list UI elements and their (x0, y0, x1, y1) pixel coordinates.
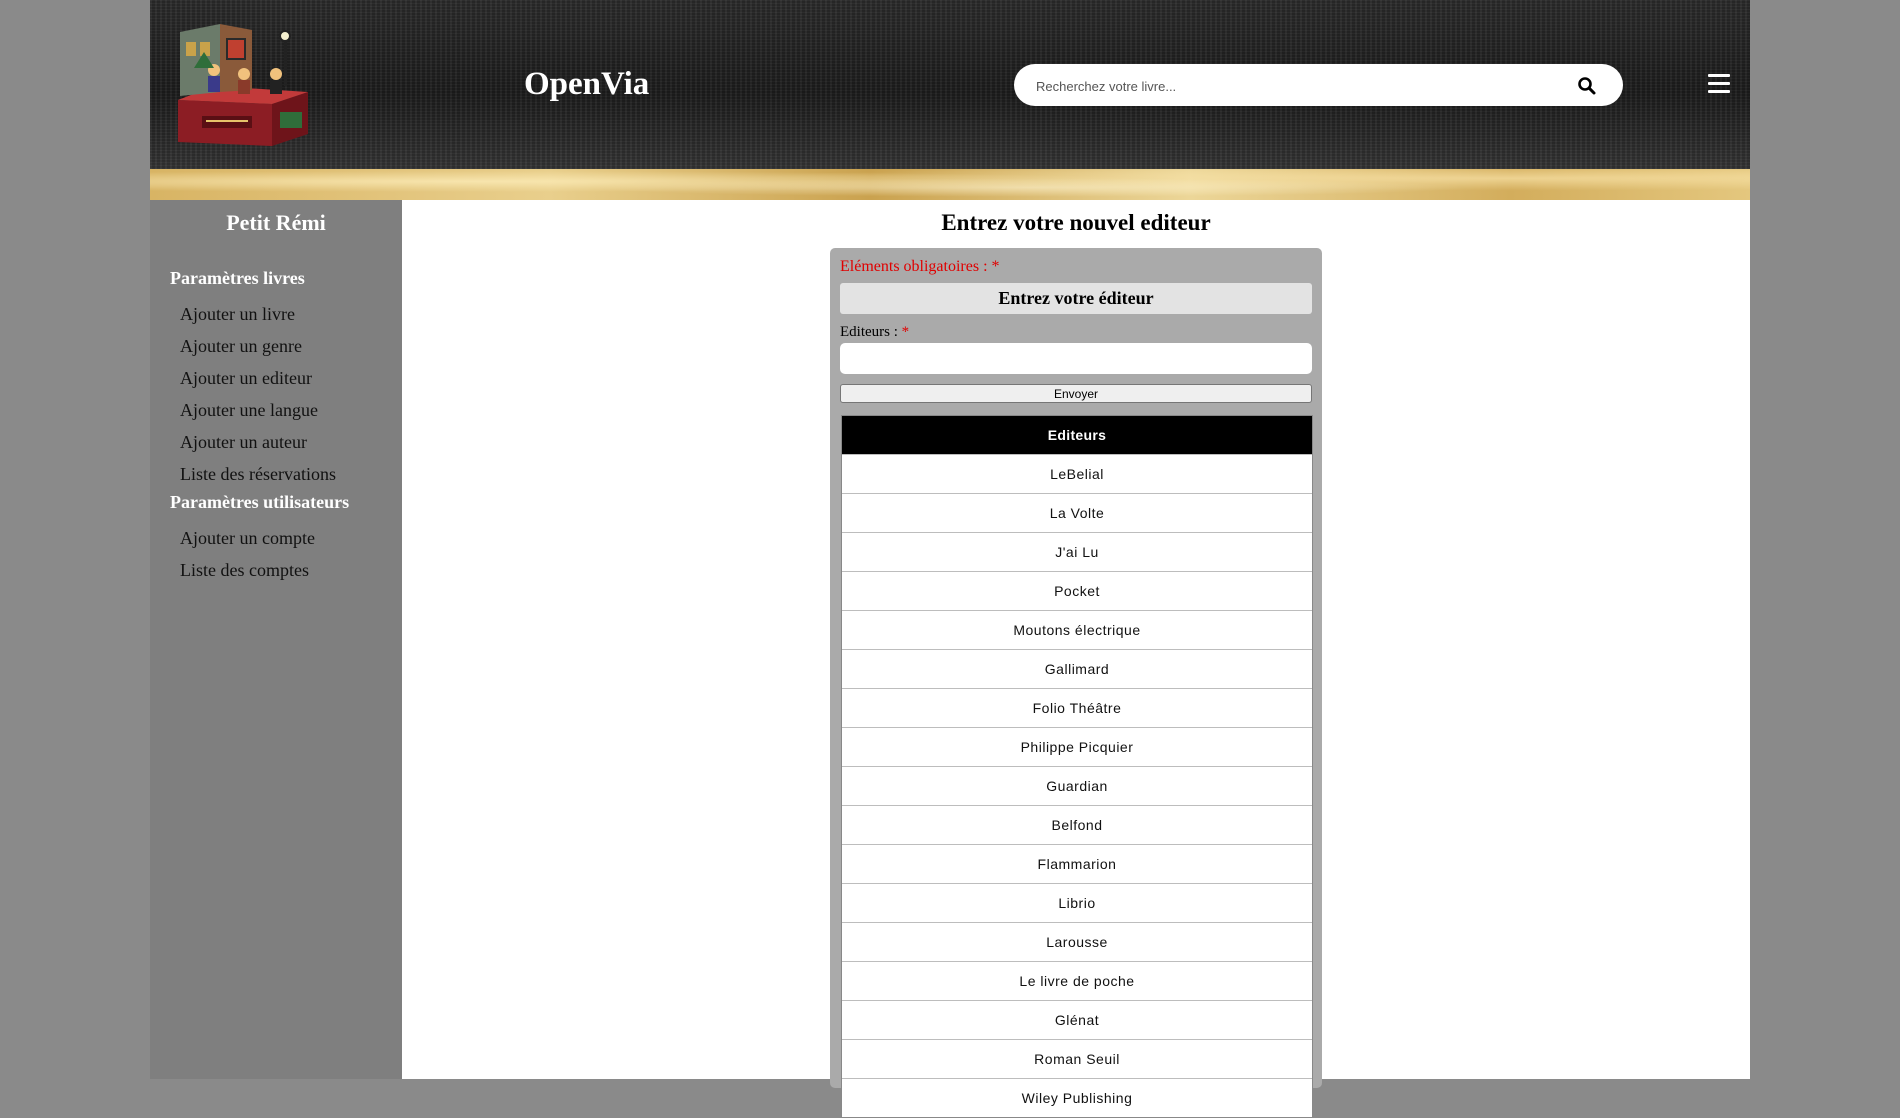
brand-name[interactable]: OpenVia (524, 66, 724, 103)
page-title: Entrez votre nouvel editeur (941, 210, 1211, 235)
table-row: Le livre de poche (842, 961, 1312, 1001)
table-row: Gallimard (842, 649, 1312, 689)
search-input[interactable] (1034, 72, 1558, 100)
search-icon[interactable] (1577, 76, 1597, 96)
table-row: Glénat (842, 1000, 1312, 1040)
decorative-banner (150, 169, 1750, 200)
sidebar-item-add-account[interactable]: Ajouter un compte (180, 528, 315, 549)
required-fields-note: Eléments obligatoires : * (840, 258, 1000, 275)
table-row: Librio (842, 883, 1312, 923)
sidebar-item-add-genre[interactable]: Ajouter un genre (180, 336, 302, 357)
page: OpenVia Petit Rémi Paramètres livres Ajo… (150, 0, 1750, 1118)
site-header: OpenVia (150, 0, 1750, 169)
user-name: Petit Rémi (226, 210, 326, 235)
table-row: Folio Théâtre (842, 688, 1312, 728)
sidebar: Petit Rémi Paramètres livres Ajouter un … (150, 200, 402, 1079)
section-title-books: Paramètres livres (170, 268, 305, 288)
table-row: Guardian (842, 766, 1312, 806)
search-bar (1014, 64, 1623, 106)
required-mark: * (901, 324, 910, 340)
table-row: La Volte (842, 493, 1312, 533)
hamburger-menu-icon[interactable] (1708, 74, 1730, 94)
table-header: Editeurs (842, 416, 1312, 455)
table-row: Flammarion (842, 844, 1312, 884)
table-row: J'ai Lu (842, 532, 1312, 572)
submit-button[interactable]: Envoyer (840, 384, 1312, 403)
table-row: Philippe Picquier (842, 727, 1312, 767)
site-logo[interactable] (172, 12, 320, 150)
publisher-input[interactable] (840, 343, 1312, 374)
table-row: Moutons électrique (842, 610, 1312, 650)
sidebar-item-add-language[interactable]: Ajouter une langue (180, 400, 318, 421)
sidebar-item-add-publisher[interactable]: Ajouter un editeur (180, 368, 312, 389)
table-row: Wiley Publishing (842, 1078, 1312, 1117)
sidebar-item-reservations[interactable]: Liste des réservations (180, 464, 336, 485)
table-row: Roman Seuil (842, 1039, 1312, 1079)
sidebar-item-add-book[interactable]: Ajouter un livre (180, 304, 295, 325)
section-title-users: Paramètres utilisateurs (170, 492, 350, 512)
form-header: Entrez votre éditeur (840, 283, 1312, 314)
table-row: Pocket (842, 571, 1312, 611)
table-row: LeBelial (842, 454, 1312, 494)
publisher-field-label: Editeurs : * (840, 324, 910, 340)
sidebar-item-add-author[interactable]: Ajouter un auteur (180, 432, 307, 453)
publisher-form: Eléments obligatoires : * Entrez votre é… (830, 248, 1322, 1118)
table-row: Larousse (842, 922, 1312, 962)
sidebar-item-account-list[interactable]: Liste des comptes (180, 560, 309, 581)
table-row: Belfond (842, 805, 1312, 845)
publishers-table: Editeurs LeBelial La Volte J'ai Lu Pocke… (841, 415, 1313, 1118)
